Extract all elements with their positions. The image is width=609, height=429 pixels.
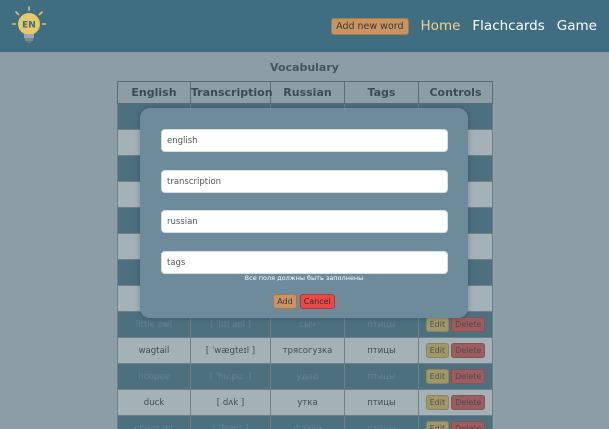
- nav-flashcards[interactable]: Flachcards: [472, 18, 544, 34]
- lightbulb-logo-icon[interactable]: EN: [11, 6, 47, 46]
- add-new-word-button[interactable]: Add new word: [331, 17, 409, 35]
- modal-actions: Add Cancel: [140, 294, 468, 309]
- nav-home[interactable]: Home: [421, 18, 461, 34]
- validation-hint: Все поля должны быть заполнены: [244, 274, 364, 282]
- modal-add-button[interactable]: Add: [273, 294, 297, 309]
- nav-game[interactable]: Game: [557, 18, 597, 34]
- tags-field[interactable]: tags: [161, 251, 448, 274]
- transcription-field[interactable]: transcription: [161, 170, 448, 193]
- app-header: EN Add new word Home Flachcards Game: [0, 0, 609, 52]
- modal-cancel-button[interactable]: Cancel: [299, 294, 335, 309]
- svg-text:EN: EN: [22, 21, 36, 31]
- russian-field[interactable]: russian: [161, 210, 448, 233]
- english-field[interactable]: english: [161, 129, 448, 152]
- main-nav: Add new word Home Flachcards Game: [331, 17, 597, 35]
- add-word-modal: english transcription russian tags Все п…: [140, 108, 468, 318]
